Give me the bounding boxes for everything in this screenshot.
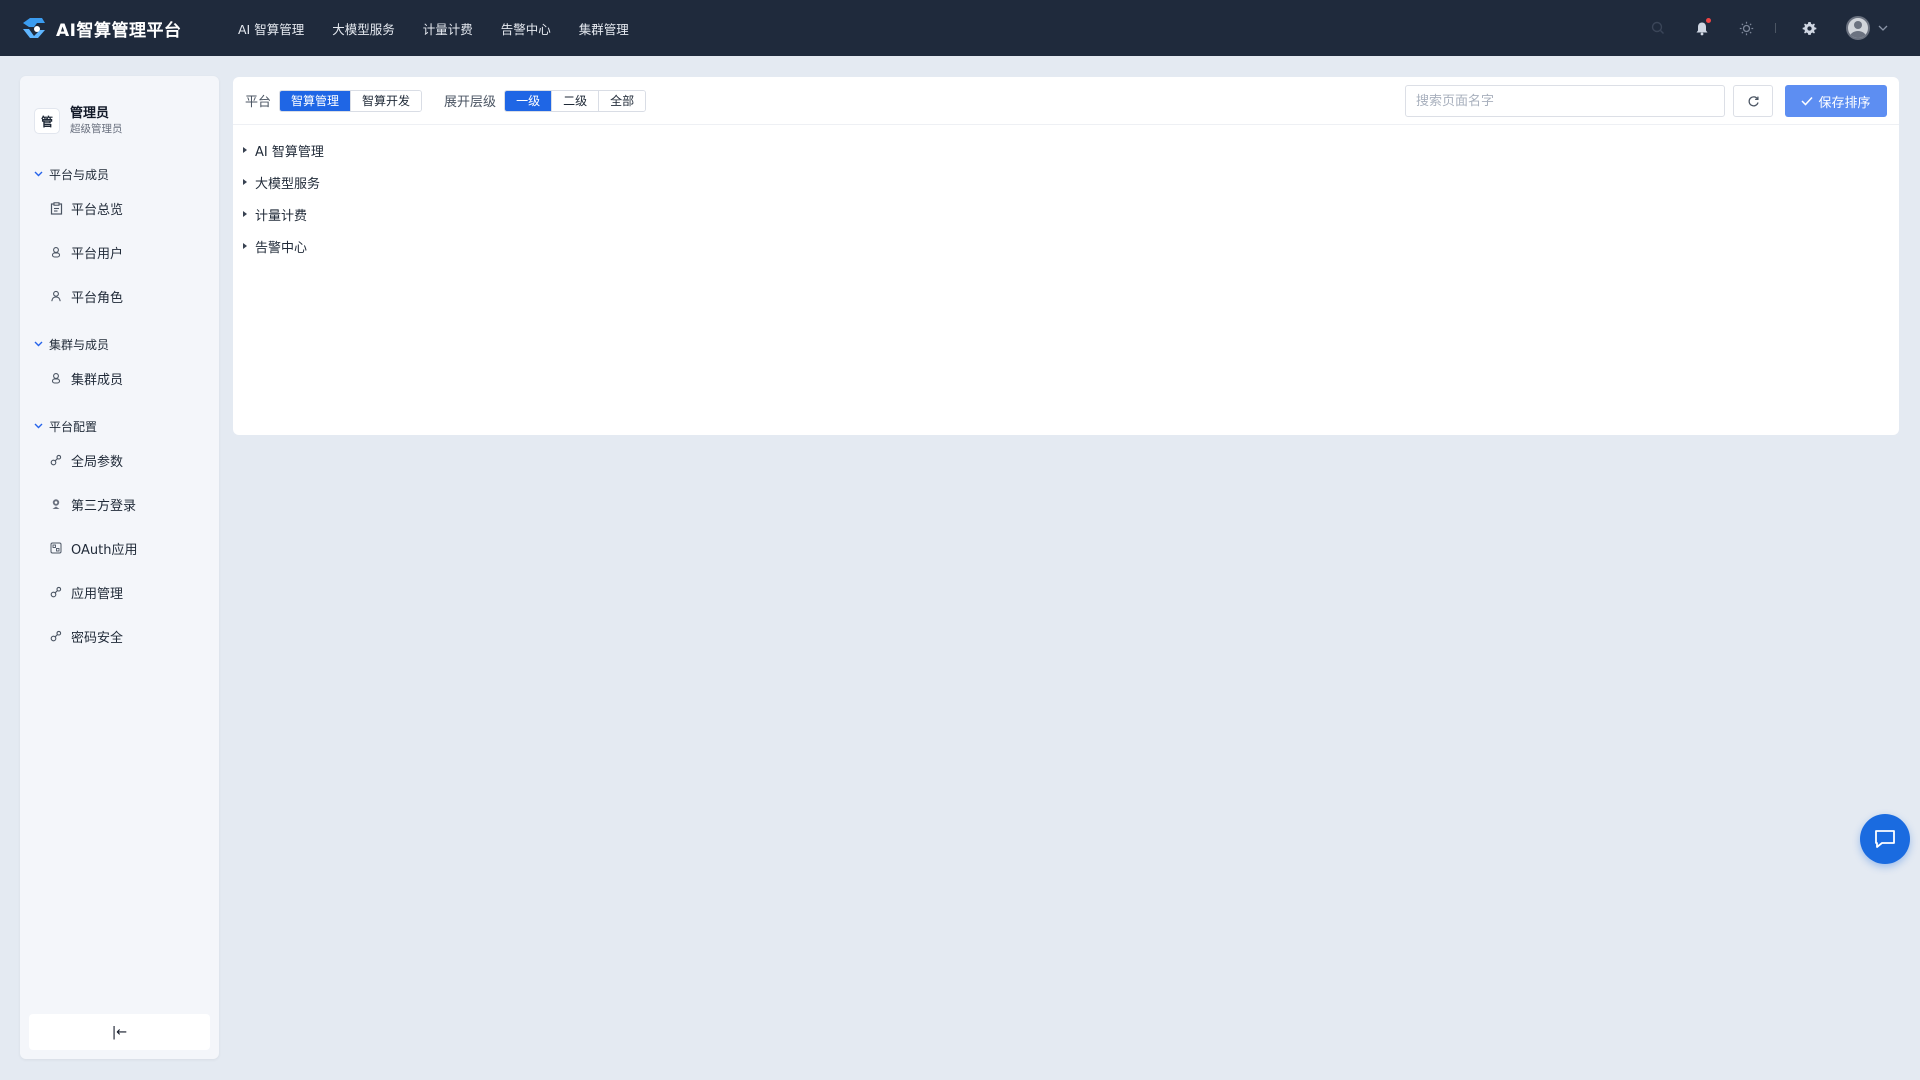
platform-segmented: 智算管理 智算开发 bbox=[279, 89, 423, 112]
chat-button[interactable] bbox=[1860, 814, 1910, 864]
sidebar-item-global-params[interactable]: 全局参数 bbox=[20, 438, 219, 482]
expand-level-segmented: 一级 二级 全部 bbox=[504, 89, 647, 112]
link-icon bbox=[49, 585, 63, 599]
refresh-button[interactable] bbox=[1733, 85, 1773, 117]
top-actions bbox=[1647, 0, 1888, 56]
tree-node[interactable]: 大模型服务 bbox=[233, 166, 1899, 198]
tree-node-label: AI 智算管理 bbox=[255, 144, 324, 160]
notification-dot bbox=[1706, 18, 1711, 23]
chevron-down-icon bbox=[34, 171, 43, 177]
app-icon bbox=[49, 541, 63, 555]
sidebar-group-label: 平台配置 bbox=[49, 419, 98, 434]
toolbar: 平台 智算管理 智算开发 展开层级 一级 二级 全部 保存排序 bbox=[233, 77, 1899, 125]
user-menu[interactable] bbox=[1846, 16, 1888, 40]
users-icon bbox=[49, 245, 63, 259]
sidebar-item-label: 集群成员 bbox=[71, 372, 124, 388]
tree-node[interactable]: AI 智算管理 bbox=[233, 134, 1899, 166]
user-icon bbox=[49, 289, 63, 303]
sidebar-item-platform-users[interactable]: 平台用户 bbox=[20, 230, 219, 274]
sidebar-group-header[interactable]: 平台与成员 bbox=[20, 162, 219, 186]
topnav-metering[interactable]: 计量计费 bbox=[423, 19, 473, 38]
top-nav: AI 智算管理 大模型服务 计量计费 告警中心 集群管理 bbox=[238, 19, 657, 38]
save-order-button[interactable]: 保存排序 bbox=[1785, 85, 1887, 117]
caret-right-icon[interactable] bbox=[243, 243, 247, 249]
main-panel: 平台 智算管理 智算开发 展开层级 一级 二级 全部 保存排序 AI 智算管理 … bbox=[233, 77, 1899, 435]
sidebar-item-oauth-apps[interactable]: OAuth应用 bbox=[20, 526, 219, 570]
sidebar-item-label: 全局参数 bbox=[71, 454, 124, 470]
sidebar-item-third-party-login[interactable]: 第三方登录 bbox=[20, 482, 219, 526]
user-name: 管理员 bbox=[70, 106, 110, 121]
chevron-down-icon bbox=[34, 341, 43, 347]
clipboard-icon bbox=[49, 201, 63, 215]
topnav-llm-service[interactable]: 大模型服务 bbox=[332, 19, 395, 38]
collapse-icon: |← bbox=[111, 1024, 128, 1040]
sidebar-group-platform-members: 平台与成员 平台总览 平台用户 平台角色 bbox=[20, 162, 219, 318]
sidebar-group-label: 集群与成员 bbox=[49, 337, 110, 352]
tree-node-label: 告警中心 bbox=[255, 240, 308, 256]
sidebar-item-platform-roles[interactable]: 平台角色 bbox=[20, 274, 219, 318]
sidebar-item-label: 应用管理 bbox=[71, 586, 124, 602]
brand[interactable]: AI智算管理平台 bbox=[20, 14, 212, 42]
tree-node-label: 大模型服务 bbox=[255, 176, 321, 192]
link-icon bbox=[49, 629, 63, 643]
search-icon[interactable] bbox=[1647, 17, 1669, 39]
sidebar: 管 管理员 超级管理员 平台与成员 平台总览 平台用户 平台角色 集群与成员 集… bbox=[20, 76, 219, 1059]
caret-right-icon[interactable] bbox=[243, 179, 247, 185]
sidebar-item-app-management[interactable]: 应用管理 bbox=[20, 570, 219, 614]
user-role: 超级管理员 bbox=[70, 123, 123, 135]
tree-node[interactable]: 计量计费 bbox=[233, 198, 1899, 230]
gear-icon[interactable] bbox=[1798, 17, 1820, 39]
level-option-2[interactable]: 二级 bbox=[551, 90, 599, 111]
topnav-ai-compute[interactable]: AI 智算管理 bbox=[238, 19, 304, 38]
link-icon bbox=[49, 453, 63, 467]
platform-option-ai-compute[interactable]: 智算管理 bbox=[280, 90, 351, 111]
sidebar-item-cluster-members[interactable]: 集群成员 bbox=[20, 356, 219, 400]
sidebar-group-label: 平台与成员 bbox=[49, 167, 110, 182]
avatar bbox=[1846, 16, 1870, 40]
sidebar-item-password-security[interactable]: 密码安全 bbox=[20, 614, 219, 658]
page-tree: AI 智算管理 大模型服务 计量计费 告警中心 bbox=[233, 125, 1899, 262]
divider bbox=[1775, 23, 1776, 33]
users-icon bbox=[49, 371, 63, 385]
check-icon bbox=[1801, 96, 1814, 106]
collapse-sidebar-button[interactable]: |← bbox=[29, 1014, 210, 1050]
sidebar-item-label: 平台用户 bbox=[71, 246, 124, 262]
caret-right-icon[interactable] bbox=[243, 147, 247, 153]
bell-icon[interactable] bbox=[1691, 17, 1713, 39]
chat-icon bbox=[1875, 830, 1895, 848]
top-bar: AI智算管理平台 AI 智算管理 大模型服务 计量计费 告警中心 集群管理 bbox=[0, 0, 1920, 56]
save-order-label: 保存排序 bbox=[1818, 95, 1871, 111]
topnav-cluster[interactable]: 集群管理 bbox=[579, 19, 629, 38]
platform-option-ai-dev[interactable]: 智算开发 bbox=[350, 90, 422, 111]
chevron-down-icon bbox=[1878, 25, 1888, 31]
refresh-icon bbox=[1748, 95, 1759, 106]
search-input[interactable] bbox=[1405, 85, 1725, 117]
user-badge: 管 bbox=[34, 108, 60, 134]
app-title: AI智算管理平台 bbox=[56, 20, 182, 41]
sidebar-item-platform-overview[interactable]: 平台总览 bbox=[20, 186, 219, 230]
sun-icon[interactable] bbox=[1735, 17, 1757, 39]
sidebar-item-label: 平台角色 bbox=[71, 290, 124, 306]
badge-icon bbox=[49, 497, 63, 511]
sidebar-item-label: 平台总览 bbox=[71, 202, 124, 218]
sidebar-item-label: OAuth应用 bbox=[71, 542, 138, 558]
sidebar-item-label: 第三方登录 bbox=[71, 498, 137, 514]
logo-icon bbox=[23, 18, 45, 38]
topnav-alerts[interactable]: 告警中心 bbox=[501, 19, 551, 38]
sidebar-group-cluster-members: 集群与成员 集群成员 bbox=[20, 332, 219, 400]
tree-node-label: 计量计费 bbox=[255, 208, 308, 224]
sidebar-item-label: 密码安全 bbox=[71, 630, 124, 646]
caret-right-icon[interactable] bbox=[243, 211, 247, 217]
sidebar-group-platform-config: 平台配置 全局参数 第三方登录 OAuth应用 应用管理 密码安全 bbox=[20, 414, 219, 658]
expand-level-label: 展开层级 bbox=[444, 95, 497, 110]
user-card: 管 管理员 超级管理员 bbox=[20, 76, 219, 148]
tree-node[interactable]: 告警中心 bbox=[233, 230, 1899, 262]
chevron-down-icon bbox=[34, 423, 43, 429]
sidebar-group-header[interactable]: 平台配置 bbox=[20, 414, 219, 438]
sidebar-group-header[interactable]: 集群与成员 bbox=[20, 332, 219, 356]
level-option-all[interactable]: 全部 bbox=[598, 90, 646, 111]
platform-label: 平台 bbox=[245, 95, 272, 110]
level-option-1[interactable]: 一级 bbox=[505, 90, 552, 111]
